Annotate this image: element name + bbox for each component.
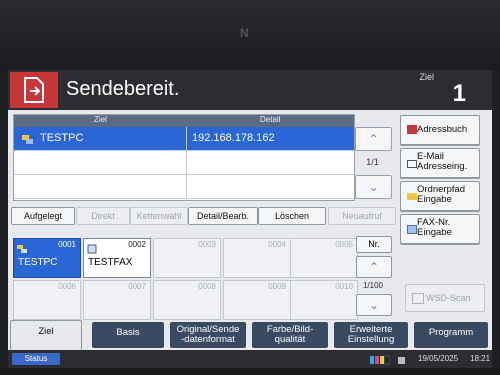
tab-original-format-line2: -datenformat [181, 334, 235, 345]
status-date: 19/05/2025 [418, 354, 459, 363]
one-touch-name: TESTFAX [88, 257, 133, 268]
one-touch-key[interactable]: 0008 [153, 280, 221, 320]
redial-button[interactable]: Neuaufruf [328, 207, 396, 225]
status-button[interactable]: Status [12, 353, 60, 365]
one-touch-number: 0001 [58, 240, 76, 249]
one-touch-number: 0006 [58, 282, 76, 291]
wsd-scan-icon [412, 293, 424, 304]
tab-basic[interactable]: Basis [92, 322, 164, 348]
direct-button[interactable]: Direkt [76, 207, 130, 225]
tab-advanced-settings[interactable]: Erweiterte Einstellung [334, 322, 408, 348]
destination-page-indicator: 1/1 [366, 157, 379, 167]
one-touch-key[interactable]: 0010 [290, 280, 358, 320]
address-book-button[interactable]: Adressbuch [400, 115, 480, 145]
tab-original-format[interactable]: Original/Sende -datenformat [170, 322, 246, 348]
on-hook-button[interactable]: Aufgelegt [11, 207, 75, 225]
destination-list-header: Ziel Detail [14, 115, 354, 127]
number-search-button[interactable]: Nr. [356, 236, 392, 253]
destination-scroll: ⌃ 1/1 ⌄ [355, 127, 392, 199]
folder-label-2: Eingabe [417, 194, 452, 205]
chain-dial-button[interactable]: Kettenwahl [130, 207, 188, 225]
one-touch-name: TESTPC [18, 257, 58, 268]
tab-program[interactable]: Programm [414, 322, 488, 348]
one-touch-number: 0009 [268, 282, 286, 291]
one-touch-number: 0005 [335, 240, 353, 249]
destination-name: TESTPC [40, 132, 84, 144]
column-divider [186, 127, 187, 150]
folder-path-button[interactable]: Ordnerpfad Eingabe [400, 181, 480, 211]
tab-color-quality-line2: qualität [274, 334, 306, 345]
tab-color-quality[interactable]: Farbe/Bild- qualität [252, 322, 328, 348]
destination-label: Ziel [419, 72, 434, 82]
wsd-scan-button[interactable]: WSD-Scan [405, 284, 485, 312]
one-touch-key[interactable]: 0009 [223, 280, 291, 320]
scroll-down-button[interactable]: ⌄ [355, 175, 392, 199]
email-icon [407, 160, 417, 168]
status-time: 18:21 [470, 354, 491, 363]
printer-bezel-bottom [0, 368, 500, 375]
one-touch-number: 0010 [335, 282, 353, 291]
header-bar: Sendebereit. Ziel 1 [8, 70, 492, 110]
destination-count: 1 [452, 80, 466, 107]
one-touch-number: 0008 [198, 282, 216, 291]
column-divider [186, 151, 187, 174]
one-touch-number: 0002 [128, 240, 146, 249]
destination-row[interactable] [14, 175, 354, 199]
one-touch-number: 0003 [198, 240, 216, 249]
nfc-icon: N [240, 26, 249, 40]
toner-level-icon [368, 353, 408, 365]
pc-icon [22, 132, 33, 150]
one-touch-key[interactable]: 0002 TESTFAX [83, 238, 151, 278]
delete-button[interactable]: Löschen [258, 207, 326, 225]
one-touch-number: 0004 [268, 240, 286, 249]
status-bar: Status 19/05/2025 18:21 [8, 350, 492, 368]
tab-advanced-line2: Einstellung [347, 334, 395, 345]
one-touch-key[interactable]: 0005 [290, 238, 358, 278]
function-tabs: Ziel Basis Original/Sende -datenformat F… [8, 320, 492, 352]
one-touch-key[interactable]: 0007 [83, 280, 151, 320]
email-label-2: Adresseing. [417, 161, 468, 172]
send-function-icon [10, 72, 58, 108]
detail-edit-button[interactable]: Detail/Bearb. [188, 207, 258, 225]
tab-destination[interactable]: Ziel [10, 320, 82, 350]
column-header-detail: Detail [260, 115, 281, 124]
address-book-label: Adressbuch [417, 124, 468, 135]
fax-number-button[interactable]: FAX-Nr. Eingabe [400, 214, 480, 244]
one-touch-key[interactable]: 0006 [13, 280, 81, 320]
column-divider [186, 175, 187, 198]
one-touch-key[interactable]: 0003 [153, 238, 221, 278]
fax-label-2: Eingabe [417, 227, 452, 238]
onetouch-down-button[interactable]: ⌄ [356, 294, 392, 316]
scroll-up-button[interactable]: ⌃ [355, 127, 392, 151]
address-book-icon [407, 125, 417, 134]
page-title: Sendebereit. [66, 78, 180, 100]
destination-detail: 192.168.178.162 [192, 132, 275, 144]
touch-screen: Sendebereit. Ziel 1 Ziel Detail TESTPC 1… [8, 70, 492, 368]
printer-bezel: N [0, 0, 500, 70]
destination-row[interactable] [14, 151, 354, 175]
onetouch-page-indicator: 1/100 [362, 281, 384, 290]
email-entry-button[interactable]: E-Mail Adresseing. [400, 148, 480, 178]
folder-icon [407, 193, 417, 200]
destination-row[interactable]: TESTPC 192.168.178.162 [14, 127, 354, 151]
one-touch-key[interactable]: 0004 [223, 238, 291, 278]
onetouch-up-button[interactable]: ⌃ [356, 256, 392, 278]
column-header-destination: Ziel [94, 115, 107, 124]
destination-list: Ziel Detail TESTPC 192.168.178.162 [13, 114, 355, 201]
wsd-scan-label: WSD-Scan [426, 293, 471, 303]
one-touch-number: 0007 [128, 282, 146, 291]
one-touch-key[interactable]: 0001 TESTPC [13, 238, 81, 278]
fax-icon [407, 225, 417, 234]
